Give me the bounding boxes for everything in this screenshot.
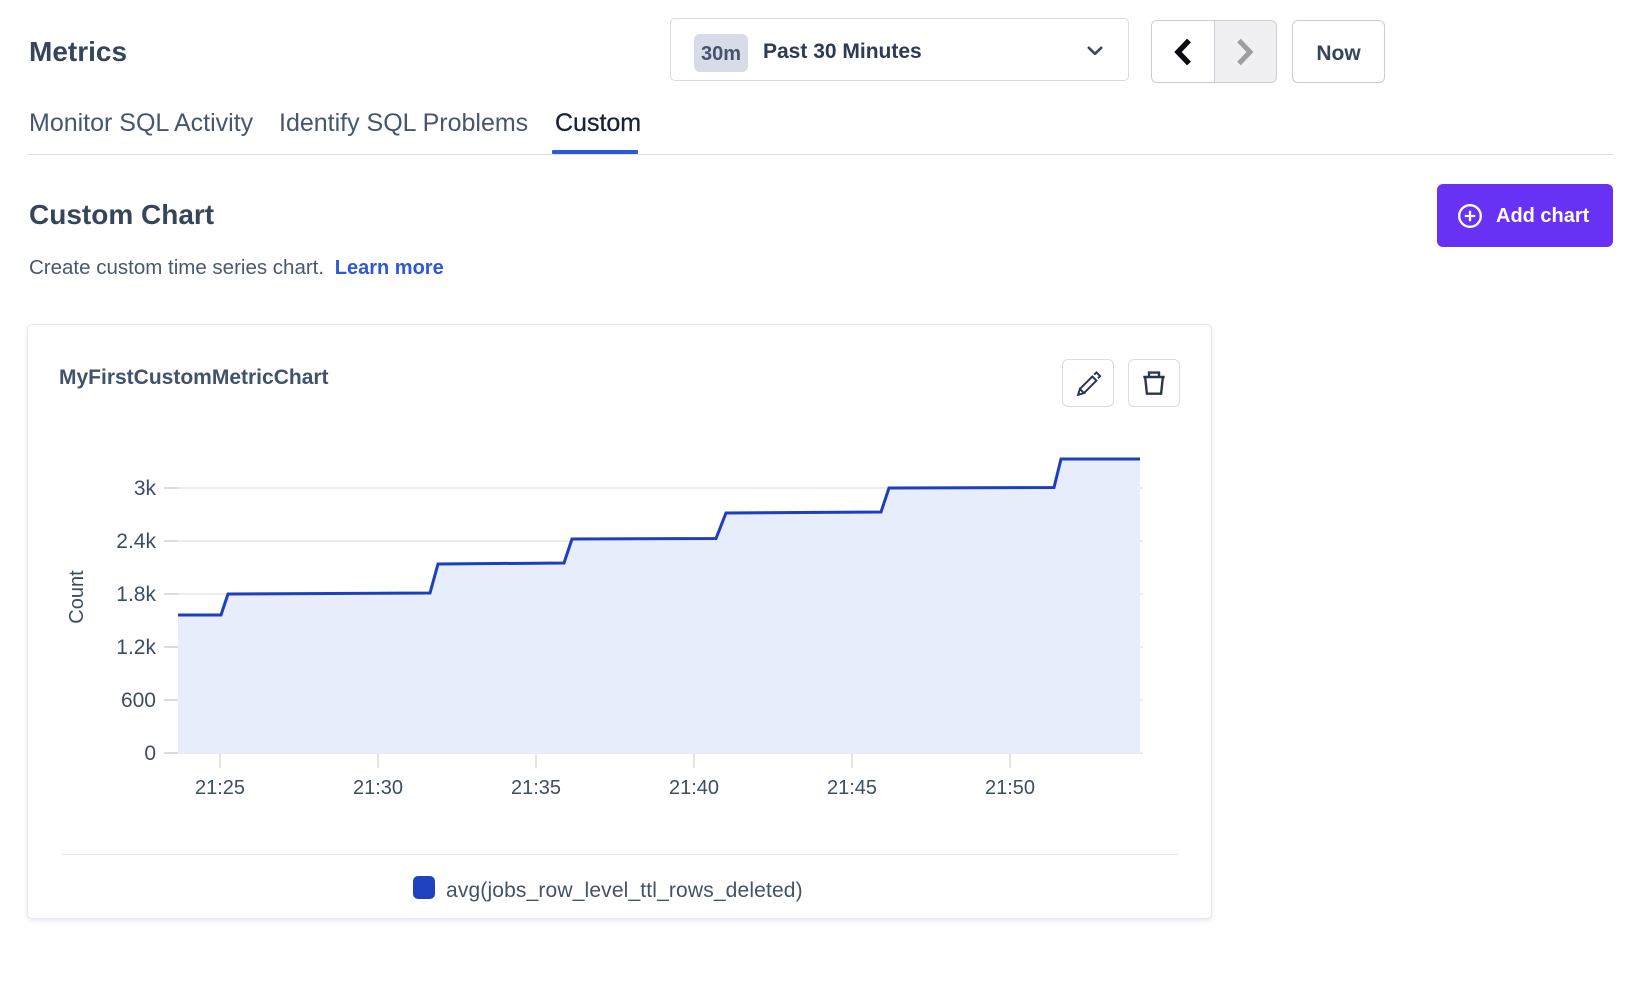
svg-text:21:25: 21:25 <box>195 777 245 799</box>
svg-text:600: 600 <box>121 689 156 712</box>
svg-text:2.4k: 2.4k <box>116 530 156 553</box>
svg-text:21:45: 21:45 <box>827 777 877 799</box>
svg-text:1.8k: 1.8k <box>116 583 156 606</box>
svg-text:1.2k: 1.2k <box>116 636 156 659</box>
svg-text:0: 0 <box>144 742 156 765</box>
svg-text:21:50: 21:50 <box>985 777 1035 799</box>
svg-text:21:35: 21:35 <box>511 777 561 799</box>
svg-text:Count: Count <box>66 570 88 624</box>
svg-text:21:30: 21:30 <box>353 777 403 799</box>
svg-text:3k: 3k <box>134 477 157 500</box>
svg-text:21:40: 21:40 <box>669 777 719 799</box>
